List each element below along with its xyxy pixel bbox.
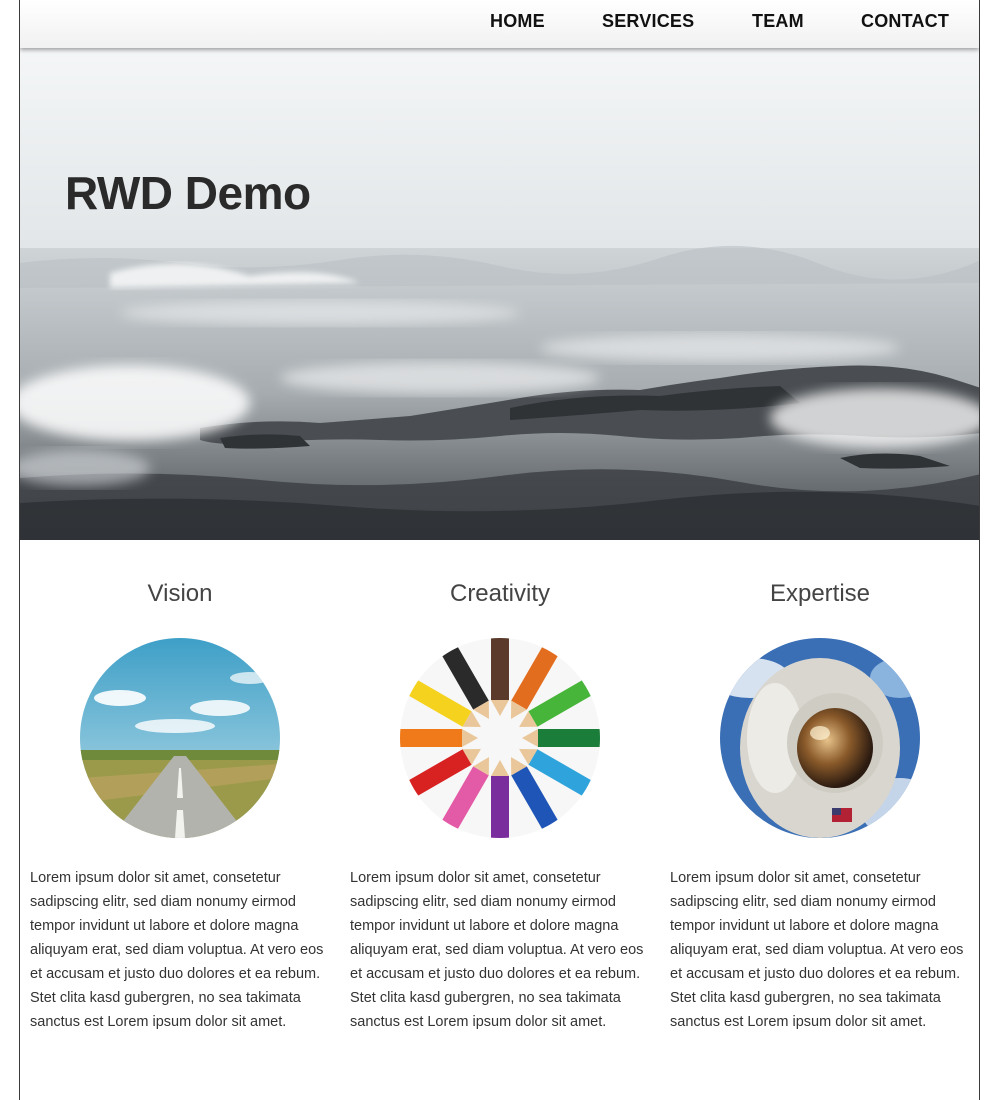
feature-creativity: Creativity Lorem ipsum dolor sit amet, c… (340, 540, 660, 1100)
astronaut-image (720, 638, 920, 838)
road-image (80, 638, 280, 838)
top-navbar: HOME SERVICES TEAM CONTACT (20, 0, 979, 48)
feature-description: Lorem ipsum dolor sit amet, consetetur s… (670, 870, 964, 1030)
feature-vision: Vision Lorem ipsum dolor sit amet, conse… (20, 540, 340, 1100)
feature-title: Vision (147, 580, 213, 607)
nav-link-team[interactable]: TEAM (752, 11, 804, 32)
feature-description: Lorem ipsum dolor sit amet, consetetur s… (350, 870, 644, 1030)
pencils-image (400, 638, 600, 838)
feature-description: Lorem ipsum dolor sit amet, consetetur s… (30, 870, 324, 1030)
feature-title: Expertise (769, 580, 871, 607)
hero-banner: RWD Demo (20, 48, 979, 540)
hero-title: RWD Demo (65, 167, 311, 219)
nav-link-services[interactable]: SERVICES (602, 11, 694, 32)
nav-link-contact[interactable]: CONTACT (861, 11, 949, 32)
feature-title: Creativity (449, 580, 551, 607)
hero-ocean-image (20, 48, 979, 540)
page-container: HOME SERVICES TEAM CONTACT RWD Demo Visi… (19, 0, 980, 1100)
feature-expertise: Expertise Lorem ipsum dolor sit amet, co… (660, 540, 979, 1100)
nav-link-home[interactable]: HOME (490, 11, 545, 32)
